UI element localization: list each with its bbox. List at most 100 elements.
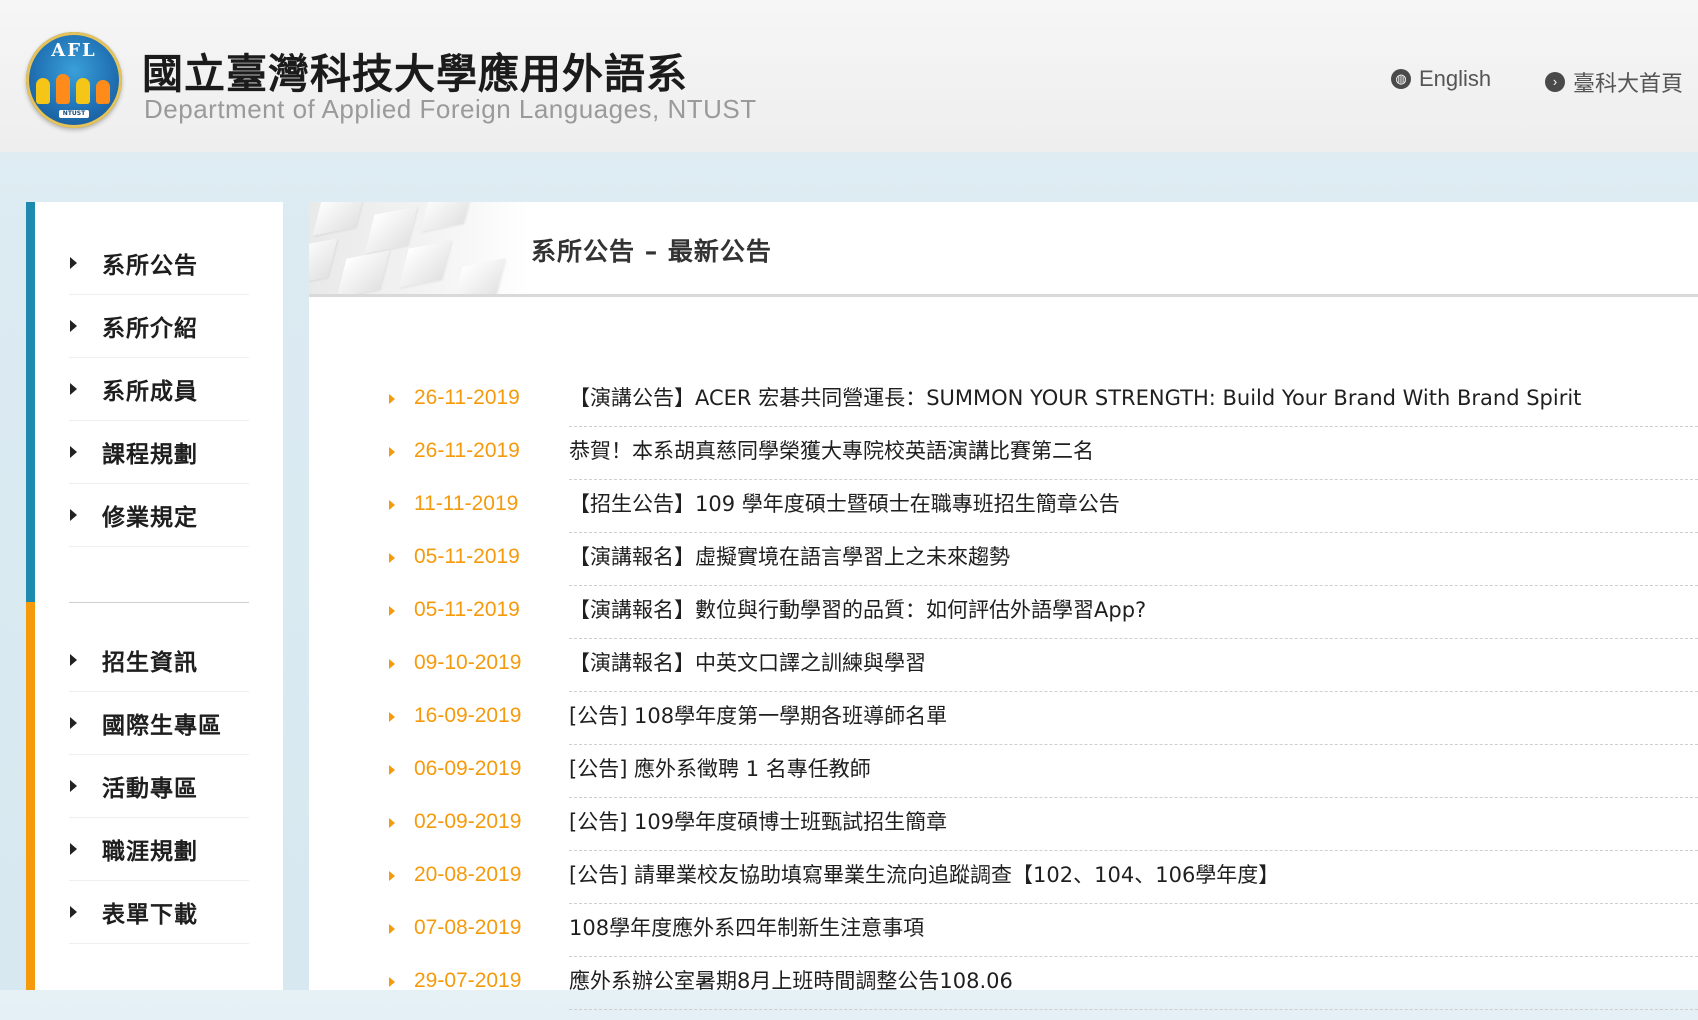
sidebar-secondary-nav: 招生資訊 國際生專區 活動專區 職涯規劃 表單下載 [69,629,249,944]
news-title-link[interactable]: 【演講報名】中英文口譯之訓練與學習 [569,649,1698,692]
triangle-right-icon [70,654,77,666]
triangle-right-icon [389,712,395,722]
news-list: 26-11-2019 【演講公告】ACER 宏碁共同營運長：SUMMON YOU… [389,384,1698,1020]
list-item[interactable]: 29-07-2019 應外系辦公室暑期8月上班時間調整公告108.06 [389,967,1698,1020]
triangle-right-icon [70,717,77,729]
triangle-right-icon [70,446,77,458]
sidebar-item-label: 修業規定 [102,505,198,531]
triangle-right-icon [70,509,77,521]
checker-pattern-decoration [309,202,529,294]
triangle-right-icon [389,606,395,616]
news-date: 16-09-2019 [414,704,522,727]
sidebar-primary-nav: 系所公告 系所介紹 系所成員 課程規劃 修業規定 [69,232,249,547]
news-title-link[interactable]: 【招生公告】109 學年度碩士暨碩士在職專班招生簡章公告 [569,490,1698,533]
news-date: 07-08-2019 [414,916,522,939]
news-date: 02-09-2019 [414,810,522,833]
sidebar-item-members[interactable]: 系所成員 [69,358,249,421]
news-title-link[interactable]: 【演講公告】ACER 宏碁共同營運長：SUMMON YOUR STRENGTH:… [569,384,1698,427]
news-date: 11-11-2019 [414,492,519,515]
triangle-right-icon [389,871,395,881]
list-item[interactable]: 05-11-2019 【演講報名】數位與行動學習的品質：如何評估外語學習App? [389,596,1698,649]
list-item[interactable]: 09-10-2019 【演講報名】中英文口譯之訓練與學習 [389,649,1698,702]
triangle-right-icon [70,320,77,332]
sidebar-item-career[interactable]: 職涯規劃 [69,818,249,881]
sidebar-item-label: 招生資訊 [102,650,198,676]
list-item[interactable]: 26-11-2019 恭賀！本系胡真慈同學榮獲大專院校英語演講比賽第二名 [389,437,1698,490]
site-title[interactable]: 國立臺灣科技大學應用外語系 [142,40,688,100]
content-header: 系所公告 – 最新公告 [309,202,1698,297]
sidebar-item-label: 職涯規劃 [102,839,198,865]
news-title-link[interactable]: [公告] 請畢業校友協助填寫畢業生流向追蹤調查【102、104、106學年度】 [569,861,1698,904]
afl-logo[interactable]: AFL NTUST [26,32,122,128]
news-date: 05-11-2019 [414,598,520,621]
list-item[interactable]: 20-08-2019 [公告] 請畢業校友協助填寫畢業生流向追蹤調查【102、1… [389,861,1698,914]
triangle-right-icon [389,447,395,457]
news-date: 20-08-2019 [414,863,522,886]
triangle-right-icon [70,383,77,395]
globe-icon: ◍ [1391,69,1411,89]
sidebar: 系所公告 系所介紹 系所成員 課程規劃 修業規定 招生資訊 國際生專區 活動專區… [26,202,283,990]
triangle-right-icon [70,257,77,269]
triangle-right-icon [389,818,395,828]
news-title-link[interactable]: 恭賀！本系胡真慈同學榮獲大專院校英語演講比賽第二名 [569,437,1698,480]
news-title-link[interactable]: 應外系辦公室暑期8月上班時間調整公告108.06 [569,967,1698,1010]
list-item[interactable]: 16-09-2019 [公告] 108學年度第一學期各班導師名單 [389,702,1698,755]
ntust-home-link[interactable]: › 臺科大首頁 [1545,66,1683,98]
news-date: 29-07-2019 [414,969,522,992]
sidebar-item-introduction[interactable]: 系所介紹 [69,295,249,358]
news-date: 26-11-2019 [414,439,520,462]
triangle-right-icon [70,906,77,918]
news-title-link[interactable]: 108學年度應外系四年制新生注意事項 [569,914,1698,957]
triangle-right-icon [389,659,395,669]
list-item[interactable]: 06-09-2019 [公告] 應外系徵聘 1 名專任教師 [389,755,1698,808]
list-item[interactable]: 26-11-2019 【演講公告】ACER 宏碁共同營運長：SUMMON YOU… [389,384,1698,437]
list-item[interactable]: 11-11-2019 【招生公告】109 學年度碩士暨碩士在職專班招生簡章公告 [389,490,1698,543]
sidebar-item-label: 表單下載 [102,902,198,928]
site-subtitle: Department of Applied Foreign Languages,… [144,94,757,124]
english-link[interactable]: ◍ English [1391,66,1491,92]
news-title-link[interactable]: [公告] 108學年度第一學期各班導師名單 [569,702,1698,745]
news-date: 09-10-2019 [414,651,522,674]
triangle-right-icon [389,765,395,775]
list-item[interactable]: 02-09-2019 [公告] 109學年度碩博士班甄試招生簡章 [389,808,1698,861]
sidebar-item-label: 國際生專區 [102,713,222,739]
sidebar-accent-bar-bottom [26,602,35,990]
sidebar-item-activities[interactable]: 活動專區 [69,755,249,818]
ntust-home-link-label: 臺科大首頁 [1573,71,1684,96]
triangle-right-icon [70,843,77,855]
list-item[interactable]: 05-11-2019 【演講報名】虛擬實境在語言學習上之未來趨勢 [389,543,1698,596]
sidebar-item-regulations[interactable]: 修業規定 [69,484,249,547]
main-content: 系所公告 – 最新公告 26-11-2019 【演講公告】ACER 宏碁共同營運… [309,202,1698,1010]
news-title-link[interactable]: 【演講報名】虛擬實境在語言學習上之未來趨勢 [569,543,1698,586]
news-title-link[interactable]: [公告] 109學年度碩博士班甄試招生簡章 [569,808,1698,851]
triangle-right-icon [389,394,395,404]
triangle-right-icon [70,780,77,792]
sidebar-accent-bar-top [26,202,35,602]
news-title-link[interactable]: 【演講報名】數位與行動學習的品質：如何評估外語學習App? [569,596,1698,639]
logo-figures-icon [36,64,112,104]
site-header: AFL NTUST 國立臺灣科技大學應用外語系 Department of Ap… [0,0,1698,152]
english-link-label: English [1419,66,1492,91]
arrow-circle-right-icon: › [1545,72,1565,92]
sidebar-item-label: 系所成員 [102,379,198,405]
news-title-link[interactable]: [公告] 應外系徵聘 1 名專任教師 [569,755,1698,798]
triangle-right-icon [389,500,395,510]
sidebar-divider [69,602,249,603]
news-date: 26-11-2019 [414,386,520,409]
list-item[interactable]: 07-08-2019 108學年度應外系四年制新生注意事項 [389,914,1698,967]
sidebar-item-curriculum[interactable]: 課程規劃 [69,421,249,484]
sidebar-item-label: 課程規劃 [102,442,198,468]
logo-text: AFL [51,40,97,61]
sidebar-item-label: 活動專區 [102,776,198,802]
sidebar-item-label: 系所公告 [102,253,198,279]
sidebar-item-international-students[interactable]: 國際生專區 [69,692,249,755]
sidebar-item-announcements[interactable]: 系所公告 [69,232,249,295]
triangle-right-icon [389,977,395,987]
page-title: 系所公告 – 最新公告 [531,237,772,266]
logo-sub: NTUST [59,110,89,118]
sidebar-item-forms[interactable]: 表單下載 [69,881,249,944]
triangle-right-icon [389,924,395,934]
news-date: 05-11-2019 [414,545,520,568]
sidebar-item-admissions[interactable]: 招生資訊 [69,629,249,692]
sidebar-item-label: 系所介紹 [102,316,198,342]
